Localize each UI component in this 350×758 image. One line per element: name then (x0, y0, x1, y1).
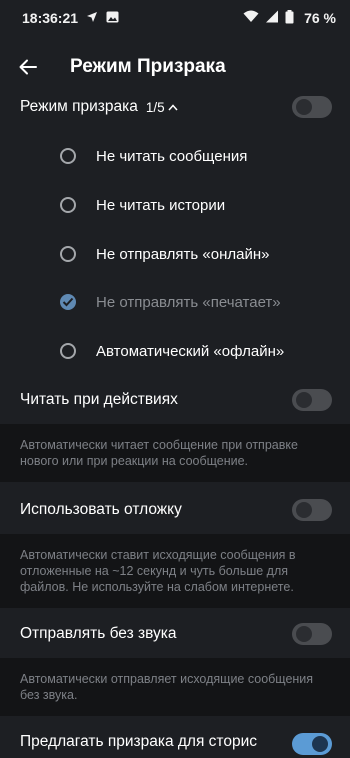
option-dont-send-typing[interactable]: Не отправлять «печатает» (0, 287, 350, 317)
ghost-mode-row[interactable]: Режим призрака 1/5 (0, 92, 350, 122)
suggest-ghost-stories-row[interactable]: Предлагать призрака для сторис (0, 722, 350, 758)
send-silently-description: Автоматически отправляет исходящие сообщ… (0, 658, 350, 716)
radio-unchecked[interactable] (60, 148, 76, 164)
send-silently-row[interactable]: Отправлять без звука (0, 614, 350, 654)
signal-icon (265, 10, 279, 26)
suggest-ghost-stories-toggle[interactable] (292, 733, 332, 755)
battery-percent: 76 % (304, 10, 336, 26)
use-scheduled-row[interactable]: Использовать отложку (0, 490, 350, 530)
ghost-mode-count: 1/5 (145, 99, 165, 115)
send-silently-toggle[interactable] (292, 623, 332, 645)
send-silently-label: Отправлять без звука (20, 625, 177, 642)
ghost-mode-label: Режим призрака (20, 98, 138, 115)
description-text: Автоматически ставит исходящие сообщения… (20, 548, 296, 594)
description-text: Автоматически отправляет исходящие сообщ… (20, 672, 314, 702)
wifi-icon (243, 10, 259, 26)
battery-icon (285, 9, 294, 27)
option-dont-send-online[interactable]: Не отправлять «онлайн» (0, 239, 350, 269)
toggle-knob (312, 736, 328, 752)
radio-unchecked[interactable] (60, 246, 76, 262)
read-on-actions-description: Автоматически читает сообщение при отпра… (0, 424, 350, 482)
radio-unchecked[interactable] (60, 343, 76, 359)
toggle-knob (296, 392, 312, 408)
status-bar: 18:36:21 76 % (0, 0, 350, 36)
option-label: Не отправлять «онлайн» (96, 245, 270, 263)
use-scheduled-toggle[interactable] (292, 499, 332, 521)
use-scheduled-description: Автоматически ставит исходящие сообщения… (0, 534, 350, 608)
option-dont-read-stories[interactable]: Не читать истории (0, 190, 350, 220)
read-on-actions-toggle[interactable] (292, 389, 332, 411)
location-arrow-icon (86, 10, 98, 26)
toggle-knob (296, 626, 312, 642)
read-on-actions-row[interactable]: Читать при действиях (0, 380, 350, 420)
option-auto-offline[interactable]: Автоматический «офлайн» (0, 336, 350, 366)
suggest-ghost-stories-label: Предлагать призрака для сторис (20, 733, 258, 750)
ghost-mode-toggle[interactable] (292, 96, 332, 118)
checkmark-icon (62, 297, 74, 307)
option-label: Не читать истории (96, 196, 226, 214)
read-on-actions-label: Читать при действиях (20, 391, 178, 408)
option-label: Автоматический «офлайн» (96, 342, 285, 360)
option-label: Не отправлять «печатает» (96, 293, 281, 311)
back-arrow-icon[interactable] (16, 55, 40, 79)
radio-checked[interactable] (60, 294, 76, 310)
chevron-up-icon[interactable] (168, 103, 178, 111)
app-bar: Режим Призрака (0, 36, 350, 98)
option-label: Не читать сообщения (96, 147, 248, 165)
toggle-knob (296, 99, 312, 115)
radio-unchecked[interactable] (60, 197, 76, 213)
option-dont-read-messages[interactable]: Не читать сообщения (0, 141, 350, 171)
page-title: Режим Призрака (70, 56, 226, 77)
gallery-icon (106, 10, 119, 26)
description-text: Автоматически читает сообщение при отпра… (20, 438, 298, 468)
status-time: 18:36:21 (22, 10, 79, 26)
use-scheduled-label: Использовать отложку (20, 501, 182, 518)
toggle-knob (296, 502, 312, 518)
